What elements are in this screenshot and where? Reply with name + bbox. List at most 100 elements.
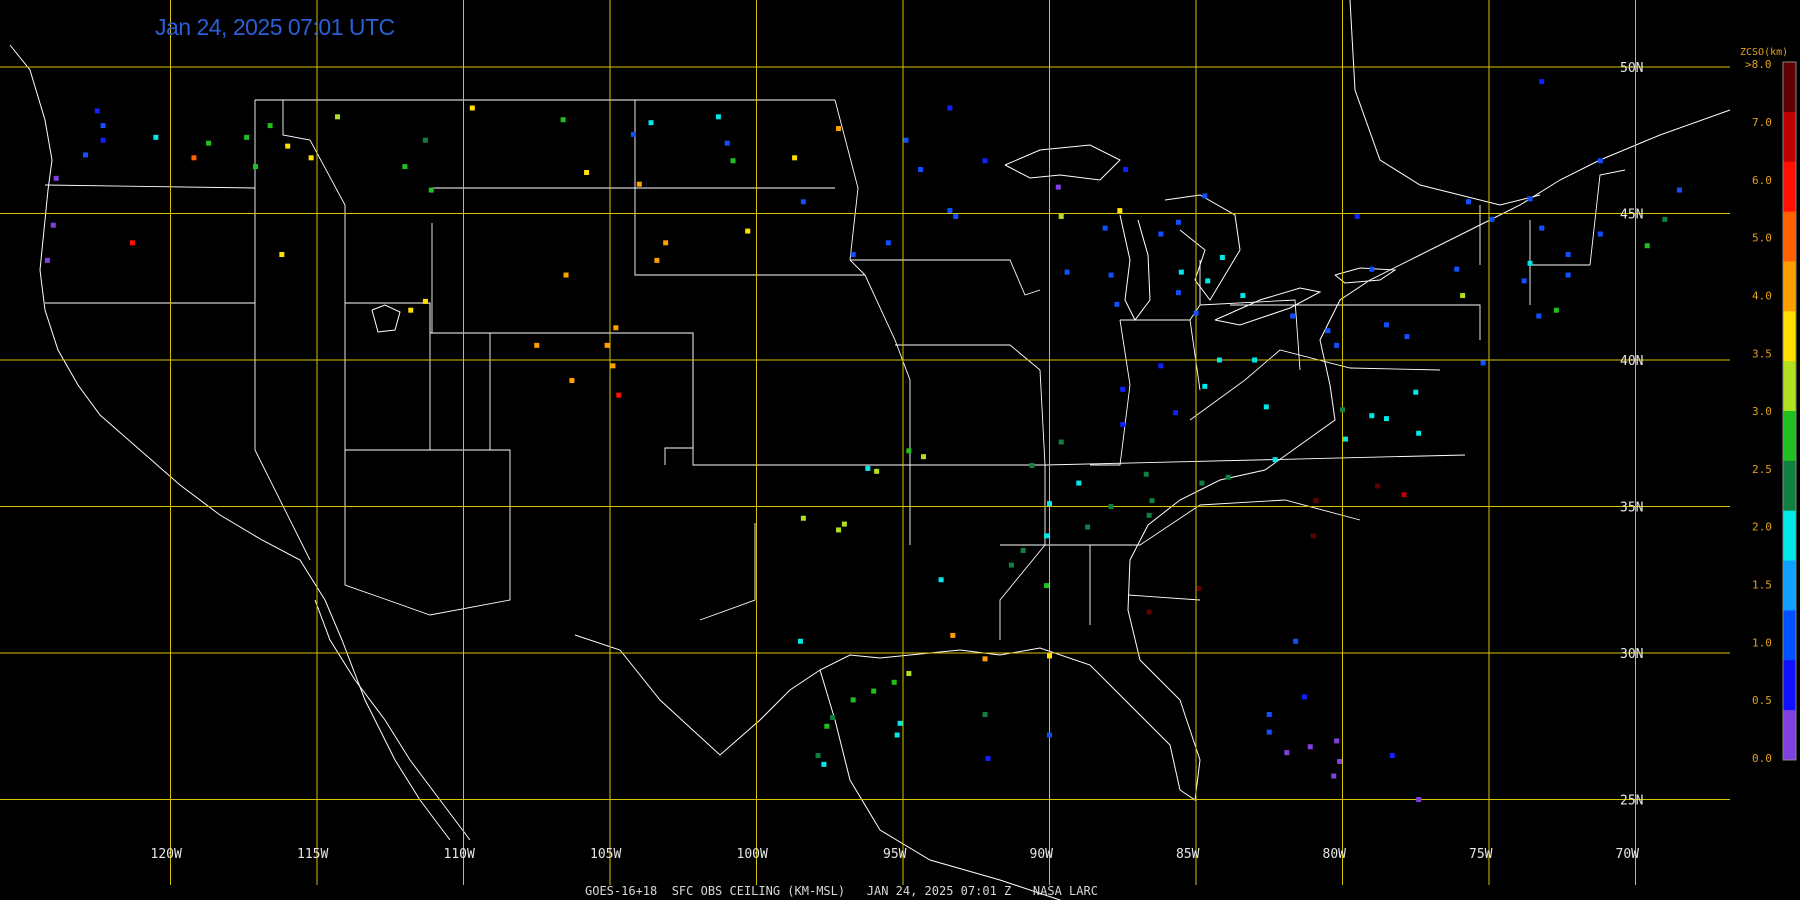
- station-obs: [100, 137, 106, 143]
- lon-label: 95W: [883, 847, 907, 862]
- station-obs: [1536, 313, 1542, 319]
- station-obs: [918, 167, 924, 173]
- station-obs: [1553, 307, 1559, 313]
- station-obs: [308, 155, 314, 161]
- colorbar-swatch: [1783, 361, 1796, 412]
- station-obs: [100, 123, 106, 129]
- station-obs: [610, 363, 616, 369]
- colorbar-swatch: [1783, 510, 1796, 562]
- station-obs: [830, 714, 836, 720]
- station-obs: [1383, 416, 1389, 422]
- station-obs: [1354, 213, 1360, 219]
- station-obs: [1272, 457, 1278, 463]
- station-obs: [1565, 272, 1571, 278]
- colorbar-swatch: [1783, 261, 1796, 312]
- colorbar-label: 0.5: [1752, 694, 1772, 707]
- great-salt-lake: [371, 304, 401, 333]
- station-obs: [1225, 474, 1231, 480]
- station-obs: [1310, 533, 1316, 539]
- station-obs: [1290, 313, 1296, 319]
- station-obs: [1029, 462, 1035, 468]
- station-obs: [1301, 694, 1307, 700]
- colorbar-legend: ZCSO(km) >8.0 7.0 6.0 5.0 4.0 3.5 3.0 2.5 2.0 1.…: [1740, 47, 1797, 765]
- lake-ontario: [1334, 267, 1397, 284]
- station-obs: [800, 199, 806, 205]
- station-obs: [1375, 483, 1381, 489]
- station-obs: [950, 632, 956, 638]
- station-obs: [1307, 744, 1313, 750]
- station-obs: [1340, 407, 1345, 413]
- station-obs: [1293, 638, 1299, 644]
- station-obs: [1416, 430, 1422, 436]
- station-obs: [841, 521, 847, 527]
- station-obs: [1175, 219, 1181, 225]
- station-obs: [1076, 480, 1082, 486]
- station-obs: [1058, 213, 1064, 219]
- station-obs: [792, 155, 798, 161]
- station-obs: [1252, 357, 1258, 363]
- station-obs: [1055, 184, 1061, 190]
- station-obs: [252, 164, 258, 170]
- station-obs: [1662, 216, 1668, 222]
- station-obs: [1454, 266, 1460, 272]
- colorbar-label: 1.0: [1752, 636, 1772, 649]
- station-obs: [1266, 712, 1272, 718]
- station-obs: [1199, 480, 1205, 486]
- station-obs: [1539, 79, 1545, 85]
- lon-label: 70W: [1616, 847, 1640, 862]
- station-obs: [1369, 266, 1375, 272]
- station-obs: [821, 761, 827, 767]
- station-obs: [50, 222, 56, 228]
- station-obs: [730, 158, 736, 164]
- station-obs: [1120, 386, 1126, 392]
- station-obs: [1108, 272, 1114, 278]
- station-obs: [285, 143, 291, 149]
- pacific-coastline: [9, 44, 451, 841]
- lon-label: 110W: [444, 847, 475, 862]
- colorbar-label: 1.5: [1752, 579, 1772, 592]
- station-obs: [1389, 753, 1395, 759]
- station-obs: [921, 454, 927, 460]
- colorbar-swatch: [1783, 610, 1796, 661]
- lake-michigan: [1119, 214, 1151, 321]
- station-obs: [1489, 216, 1495, 222]
- colorbar-swatch: [1783, 460, 1796, 512]
- station-obs: [1108, 504, 1114, 509]
- station-obs: [1480, 360, 1486, 366]
- station-obs: [616, 392, 622, 398]
- lon-label: 100W: [737, 847, 768, 862]
- station-obs: [153, 134, 159, 140]
- colorbar-title: ZCSO(km): [1740, 47, 1788, 58]
- colorbar-label: 3.0: [1752, 405, 1772, 418]
- station-obs: [1401, 492, 1407, 498]
- station-obs: [894, 732, 900, 738]
- station-obs: [1102, 225, 1108, 231]
- footer-caption: GOES-16+18 SFC OBS CEILING (KM-MSL) JAN …: [585, 884, 1098, 898]
- colorbar-label: 5.0: [1752, 232, 1772, 245]
- lat-label: 50N: [1620, 61, 1643, 76]
- station-obs: [906, 671, 912, 677]
- station-obs: [836, 527, 842, 533]
- station-obs: [1284, 750, 1290, 756]
- station-obs: [1597, 158, 1603, 164]
- station-obs: [1460, 293, 1466, 299]
- station-obs: [630, 131, 636, 137]
- station-obs: [1676, 187, 1682, 193]
- colorbar-top-label: >8.0: [1745, 58, 1772, 71]
- station-obs: [1158, 231, 1164, 237]
- station-obs: [1114, 301, 1120, 307]
- lon-label: 80W: [1323, 847, 1347, 862]
- station-obs: [874, 468, 880, 474]
- station-obs: [83, 152, 89, 158]
- station-obs: [1219, 254, 1225, 260]
- colorbar-label: 2.0: [1752, 521, 1772, 534]
- station-obs: [1383, 322, 1389, 328]
- station-obs: [836, 126, 842, 132]
- station-obs: [191, 155, 197, 161]
- lon-label: 75W: [1469, 847, 1493, 862]
- station-obs: [1369, 413, 1375, 419]
- station-obs: [745, 228, 751, 234]
- station-obs: [903, 137, 909, 143]
- station-obs: [797, 638, 803, 644]
- station-obs: [244, 134, 250, 140]
